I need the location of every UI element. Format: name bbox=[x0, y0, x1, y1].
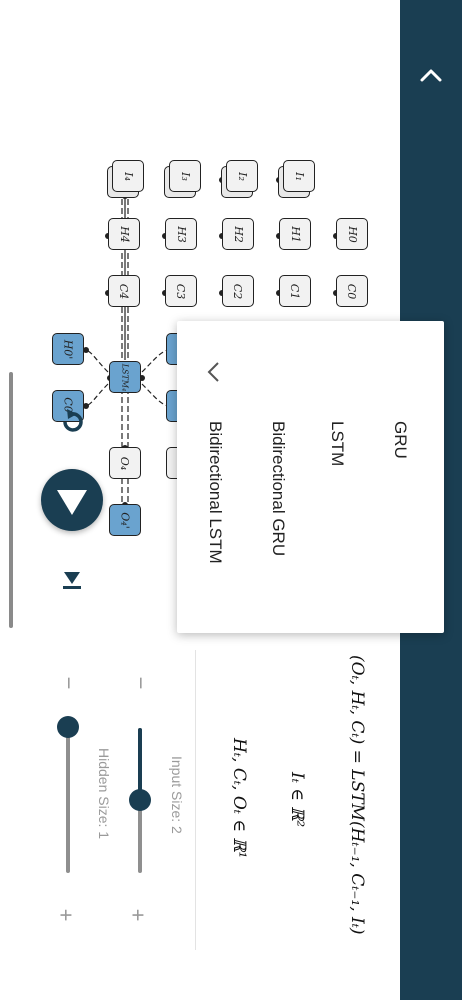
cell-node-4: C4 bbox=[108, 275, 140, 307]
play-icon bbox=[57, 490, 87, 515]
input-node-2: I₂ bbox=[226, 160, 258, 192]
cell-node-0: C0 bbox=[336, 275, 368, 307]
hidden-next-node: H0' bbox=[52, 333, 84, 365]
skip-to-end-icon[interactable] bbox=[58, 566, 86, 594]
hidden-size-slider-thumb[interactable] bbox=[57, 716, 79, 738]
hidden-node-3: H3 bbox=[165, 218, 197, 250]
hidden-node-0: H0 bbox=[336, 218, 368, 250]
divider bbox=[195, 650, 196, 950]
input-size-slider-fill bbox=[138, 728, 142, 798]
input-node-1: I₁ bbox=[283, 160, 315, 192]
play-button[interactable] bbox=[41, 469, 103, 531]
cell-node-2: C2 bbox=[222, 275, 254, 307]
hidden-size-minus-button[interactable]: − bbox=[56, 677, 81, 690]
equation-lstm: (Oₜ, Hₜ, Cₜ) = LSTM(Hₜ₋₁, Cₜ₋₁, Iₜ) bbox=[347, 655, 367, 935]
hidden-node-2: H2 bbox=[222, 218, 254, 250]
hidden-size-label: Hidden Size: 1 bbox=[96, 748, 112, 840]
cell-node-1: C1 bbox=[279, 275, 311, 307]
chevron-left-icon[interactable] bbox=[201, 359, 227, 385]
output-node-4: O₄ bbox=[109, 447, 141, 479]
hidden-node-4: H4 bbox=[108, 218, 140, 250]
model-type-menu: GRU LSTM Bidirectional GRU Bidirectional… bbox=[177, 321, 444, 633]
refresh-icon[interactable] bbox=[55, 405, 89, 439]
cell-node-3: C3 bbox=[165, 275, 197, 307]
input-size-slider-thumb[interactable] bbox=[129, 789, 151, 811]
input-size-plus-button[interactable]: + bbox=[125, 909, 150, 922]
chevron-up-icon[interactable] bbox=[414, 58, 448, 92]
input-node-4: I₄ bbox=[112, 160, 144, 192]
hidden-size-plus-button[interactable]: + bbox=[53, 909, 78, 922]
input-size-minus-button[interactable]: − bbox=[128, 677, 153, 690]
equation-input-space: Iₜ ∈ ℝ² bbox=[287, 772, 307, 828]
input-size-label: Input Size: 2 bbox=[169, 756, 185, 834]
hidden-size-slider[interactable] bbox=[66, 728, 70, 873]
input-node-3: I₃ bbox=[169, 160, 201, 192]
output-next-node: O₄' bbox=[109, 504, 141, 536]
equation-output-space: Hₜ, Cₜ, Oₜ ∈ ℝ¹ bbox=[229, 738, 249, 859]
menu-item-bidirectional-gru[interactable]: Bidirectional GRU bbox=[268, 421, 288, 556]
menu-item-gru[interactable]: GRU bbox=[390, 421, 410, 459]
menu-item-lstm[interactable]: LSTM bbox=[327, 421, 347, 466]
menu-item-bidirectional-lstm[interactable]: Bidirectional LSTM bbox=[205, 421, 225, 564]
hidden-node-1: H1 bbox=[279, 218, 311, 250]
lstm-cell-node: LSTM₄ bbox=[109, 361, 141, 393]
